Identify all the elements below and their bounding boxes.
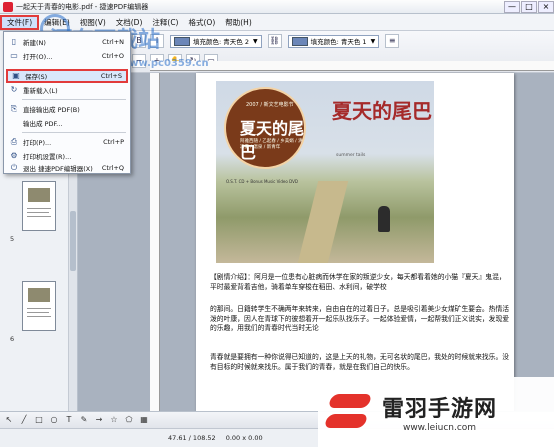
fill-color-swatch xyxy=(174,36,190,46)
menu-item-save[interactable]: ▣ 保存(S) Ctrl+S xyxy=(6,69,128,83)
star-tool-icon[interactable]: ☆ xyxy=(108,414,120,426)
brand-name: 雷羽手游网 xyxy=(382,397,498,422)
horizontal-ruler xyxy=(150,61,554,71)
menu-separator xyxy=(22,132,126,133)
new-file-icon: ▯ xyxy=(11,37,17,46)
export-icon xyxy=(9,118,19,128)
scrollbar-thumb[interactable] xyxy=(70,211,76,271)
brand-text: 雷羽手游网 www.leiucn.com xyxy=(382,391,497,433)
selection-size: 0.00 x 0.00 xyxy=(225,434,263,442)
cover-title: 夏天的尾巴 xyxy=(332,99,432,123)
page-thumbnail[interactable] xyxy=(22,281,56,331)
reload-icon: ↻ xyxy=(10,85,18,94)
menu-item-exit[interactable]: ⏻ 退出 捷速PDF编辑器(X) Ctrl+Q xyxy=(6,161,128,175)
pdf-page[interactable]: 2007 / 新文艺电影节 夏天的尾巴 阿雅西随 / 乙起春 / 乡美娟 / 清… xyxy=(196,73,514,411)
thumbnail-page-label: 6 xyxy=(10,335,15,343)
page-thumbnail[interactable] xyxy=(22,181,56,231)
app-icon xyxy=(3,1,13,12)
menu-help[interactable]: 帮助(H) xyxy=(220,15,257,30)
window-controls: — □ × xyxy=(503,0,554,13)
file-menu-dropdown: ▯ 新建(N) Ctrl+N ▭ 打开(O)... Ctrl+O ▣ 保存(S)… xyxy=(3,31,131,174)
chevron-down-icon: ▼ xyxy=(252,37,258,45)
menu-item-export-pdf-direct[interactable]: ⎘ 直接输出成 PDF(B) xyxy=(6,102,128,116)
window-title: 一起天于青春的电影.pdf - 捷速PDF编辑器 xyxy=(16,2,149,11)
menu-item-print[interactable]: ⎙ 打印(P)... Ctrl+P xyxy=(6,135,128,149)
save-icon: ▣ xyxy=(12,71,20,80)
toolbar-row-1: B I 填充颜色: 青天色 2 ▼ ⛓ 填充颜色: 青天色 1 ▼ ≡ xyxy=(130,31,401,51)
brand-url: www.leiucn.com xyxy=(402,423,477,433)
cover-subtitle: summer tails xyxy=(336,153,366,158)
watermark-url: www.pc0359.cn xyxy=(120,58,209,69)
export-pdf-icon: ⎘ xyxy=(10,104,18,113)
paragraph-theme: 青春就是要拥有一种你说得已知道的，这是上天的礼物，无可名状的尾巴，我处的时候就来… xyxy=(210,353,510,371)
select-tool-icon[interactable]: ↖ xyxy=(3,414,15,426)
person-figure xyxy=(378,206,390,232)
fill-color-swatch-2 xyxy=(291,36,308,46)
chevron-down-icon: ▼ xyxy=(370,37,376,45)
movie-cover-image: 2007 / 新文艺电影节 夏天的尾巴 阿雅西随 / 乙起春 / 乡美娟 / 清… xyxy=(216,81,434,263)
ellipse-tool-icon[interactable]: ○ xyxy=(48,414,60,426)
menu-file[interactable]: 文件(F) xyxy=(0,14,40,30)
paragraph-story: 的那间。日籍转学生不确两年来转来，自由自在的过着日子。总是吸引着美少女煤矿生要会… xyxy=(210,305,510,332)
cover-credits: O.S.T. CD + Bonus Music Video DVD xyxy=(226,179,298,184)
cursor-coordinates: 47.61 / 108.52 xyxy=(168,434,216,442)
fill-style-label-2: 填充颜色: 青天色 1 xyxy=(310,38,367,46)
fill-style-label: 填充颜色: 青天色 2 xyxy=(193,38,249,46)
title-bar: 一起天于青春的电影.pdf - 捷速PDF编辑器 — □ × xyxy=(0,0,554,14)
menu-item-reload[interactable]: ↻ 重新载入(L) xyxy=(6,83,128,97)
printer-settings-icon: ⚙ xyxy=(10,151,18,160)
menu-separator xyxy=(22,99,126,100)
brand-watermark: 雷羽手游网 www.leiucn.com xyxy=(318,377,554,447)
menu-format[interactable]: 格式(O) xyxy=(183,15,220,30)
open-folder-icon: ▭ xyxy=(10,51,18,60)
arrow-tool-icon[interactable]: → xyxy=(93,414,105,426)
link-icon[interactable]: ⛓ xyxy=(267,34,282,48)
close-button[interactable]: × xyxy=(538,0,554,13)
minimize-button[interactable]: — xyxy=(504,0,520,13)
line-tool-icon[interactable]: ╱ xyxy=(18,414,30,426)
cover-badge: 2007 / 新文艺电影节 夏天的尾巴 阿雅西随 / 乙起春 / 乡美娟 / 清… xyxy=(224,87,306,169)
image-tool-icon[interactable]: ▦ xyxy=(138,414,150,426)
railway-track xyxy=(297,181,349,263)
thumbnail-image xyxy=(28,288,50,302)
fill-style-combo[interactable]: 填充颜色: 青天色 2 ▼ xyxy=(170,34,262,48)
rectangle-tool-icon[interactable]: □ xyxy=(33,414,45,426)
align-icon[interactable]: ≡ xyxy=(385,34,400,48)
exit-icon: ⏻ xyxy=(10,163,18,172)
fill-style-combo-2[interactable]: 填充颜色: 青天色 1 ▼ xyxy=(287,34,380,48)
pencil-tool-icon[interactable]: ✎ xyxy=(78,414,90,426)
menu-item-export-pdf[interactable]: 输出成 PDF... xyxy=(6,116,128,130)
brand-logo-icon xyxy=(323,390,376,434)
maximize-button[interactable]: □ xyxy=(521,0,537,13)
vertical-ruler xyxy=(150,73,160,411)
polygon-tool-icon[interactable]: ⬠ xyxy=(123,414,135,426)
thumbnail-image xyxy=(28,188,50,202)
print-icon: ⎙ xyxy=(10,137,18,146)
text-tool-icon[interactable]: T xyxy=(63,414,75,426)
menu-item-new[interactable]: ▯ 新建(N) Ctrl+N xyxy=(6,35,128,49)
thumbnail-page-label: 5 xyxy=(10,235,15,243)
paragraph-synopsis: 【剧情介绍】：阿月是一位患有心脏病而休学在家的叛逆少女，每天都看着她的小猫『夏天… xyxy=(210,273,506,291)
menu-item-open[interactable]: ▭ 打开(O)... Ctrl+O xyxy=(6,49,128,63)
